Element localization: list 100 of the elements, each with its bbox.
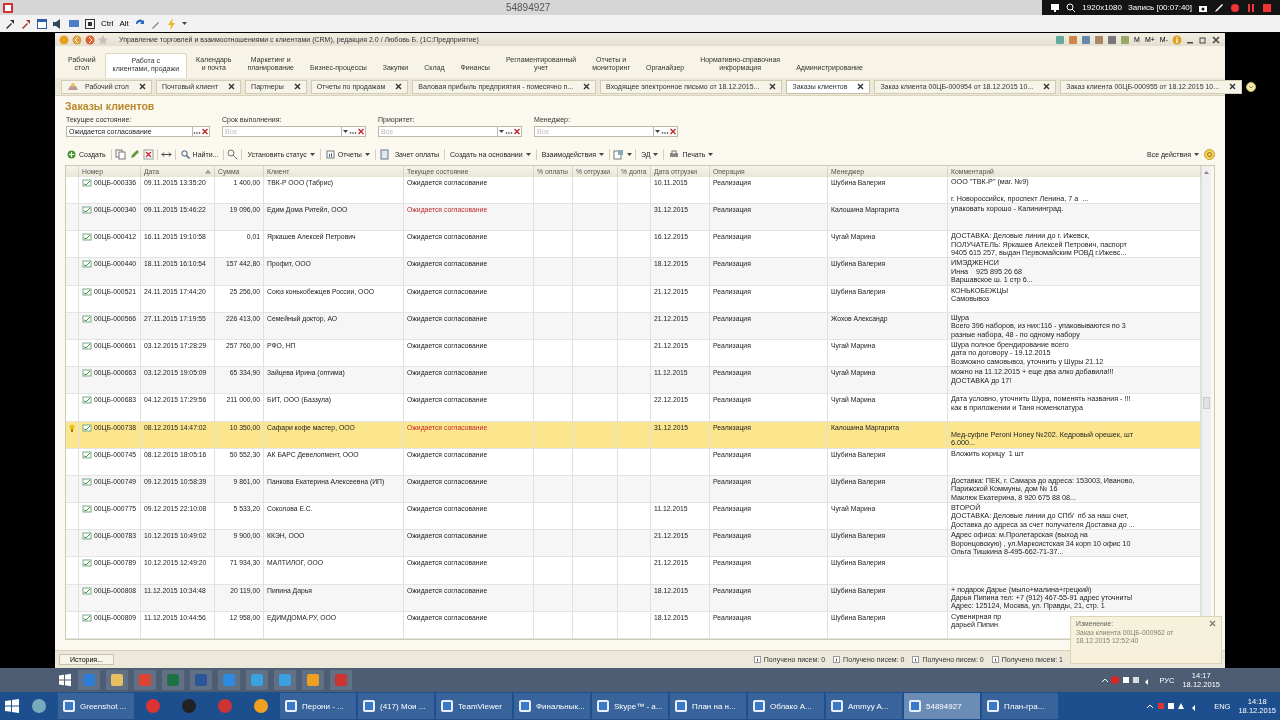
start-icon[interactable] (58, 673, 72, 687)
document-icon (82, 233, 92, 242)
document-icon (82, 532, 92, 541)
search-cancel-icon[interactable] (227, 149, 239, 160)
swap-icon[interactable] (160, 149, 172, 160)
toolbar-icon[interactable] (1094, 34, 1105, 45)
app-icon (986, 699, 1000, 713)
scrollbar-thumb[interactable] (1203, 397, 1210, 409)
taskbar-button[interactable]: План на н... (670, 693, 746, 719)
key-button[interactable]: Alt (118, 19, 130, 28)
close-icon[interactable] (857, 83, 865, 90)
taskbar-button[interactable]: (417) Мои ... (358, 693, 434, 719)
delete-icon[interactable] (142, 149, 154, 160)
close-icon[interactable] (1043, 83, 1051, 90)
caret-icon (309, 152, 315, 157)
fullscreen-icon[interactable] (84, 17, 96, 30)
document-icon (82, 287, 92, 296)
taskbar-button[interactable]: Финальнык... (514, 693, 590, 719)
start-icon[interactable] (4, 698, 20, 714)
app-icon (217, 698, 233, 714)
taskbar-button[interactable]: Перони - ... (280, 693, 356, 719)
edit-icon[interactable] (128, 149, 140, 160)
taskbar-button[interactable]: TeamViewer (436, 693, 512, 719)
taskbar-button[interactable]: Облако А... (748, 693, 824, 719)
close-icon[interactable] (583, 83, 591, 90)
caret-icon (364, 152, 370, 157)
table-row[interactable] (66, 530, 1201, 558)
copy-icon[interactable] (114, 149, 126, 160)
table-row[interactable] (66, 394, 1201, 422)
document-icon (82, 206, 92, 214)
document-icon (82, 613, 92, 622)
info-icon[interactable] (753, 656, 761, 663)
restore-icon[interactable] (1198, 34, 1208, 45)
report-icon (325, 150, 335, 159)
stop-icon[interactable] (1262, 2, 1272, 13)
clear-icon[interactable] (669, 127, 677, 136)
desktop-icon (67, 81, 79, 92)
chevron-icon[interactable] (1246, 81, 1257, 92)
table-row[interactable] (66, 584, 1201, 612)
add-icon (67, 150, 76, 159)
key-button[interactable]: Ctrl (100, 19, 115, 28)
clear-icon[interactable] (201, 127, 209, 136)
table-row[interactable] (66, 475, 1201, 504)
forward-icon[interactable] (85, 34, 95, 45)
toolbar-icon[interactable] (1107, 34, 1118, 45)
document-icon (82, 477, 92, 486)
table-row[interactable] (66, 312, 1201, 340)
document-icon (82, 341, 92, 350)
toolbar-icon[interactable] (1081, 34, 1092, 45)
star-icon[interactable] (98, 34, 108, 45)
toolbar-icon[interactable] (1055, 34, 1066, 45)
document-icon[interactable] (378, 149, 390, 160)
info-icon[interactable] (833, 656, 841, 663)
app-icon[interactable] (110, 673, 124, 687)
close-icon[interactable] (138, 83, 146, 90)
app-icon (908, 699, 922, 713)
info-icon[interactable] (912, 656, 920, 663)
taskbar-button[interactable]: Skype™ - а... (592, 693, 668, 719)
app-icon (674, 699, 688, 713)
info-icon[interactable] (991, 656, 999, 663)
clear-icon[interactable] (357, 127, 365, 136)
taskbar-button[interactable]: Greenshot ... (58, 693, 134, 719)
table-row[interactable] (66, 503, 1201, 531)
close-icon[interactable] (769, 83, 777, 90)
app-icon (253, 698, 269, 714)
caret-icon (1194, 152, 1199, 157)
app-icon (2, 1, 14, 14)
resolution-label: 1920x1080 (1082, 3, 1122, 12)
scroll-up-icon[interactable] (1203, 169, 1210, 175)
toolbar-icon[interactable] (1068, 34, 1079, 45)
caret-icon[interactable] (626, 152, 632, 157)
clear-icon[interactable] (513, 127, 521, 136)
table-row[interactable] (66, 231, 1201, 259)
printer-icon (669, 150, 680, 159)
close-icon[interactable] (293, 83, 301, 90)
window-icon[interactable] (36, 17, 48, 30)
app-icon (145, 698, 161, 714)
taskbar-button[interactable]: Ammyy A... (826, 693, 902, 719)
close-icon[interactable] (395, 83, 403, 90)
close-icon[interactable] (1229, 83, 1237, 90)
app-icon (596, 699, 610, 713)
record-icon[interactable] (1230, 2, 1240, 13)
search-icon (180, 150, 190, 159)
document-icon (82, 559, 92, 568)
caret-icon[interactable] (181, 21, 187, 26)
help-icon[interactable] (1204, 149, 1215, 160)
monitor-icon[interactable] (1050, 2, 1061, 13)
app-icon (62, 699, 76, 713)
table-row[interactable] (66, 339, 1201, 368)
close-icon[interactable] (1211, 34, 1221, 45)
taskbar-button[interactable]: План-гра... (982, 693, 1058, 719)
caret-icon (653, 152, 659, 157)
pencil-icon[interactable] (1214, 2, 1224, 13)
back-icon[interactable] (72, 34, 82, 45)
app-icon[interactable] (306, 673, 320, 687)
pause-icon[interactable] (1246, 2, 1256, 13)
app-icon (752, 699, 766, 713)
app-icon (830, 699, 844, 713)
close-icon[interactable] (228, 83, 236, 90)
search-icon[interactable] (1066, 2, 1077, 13)
